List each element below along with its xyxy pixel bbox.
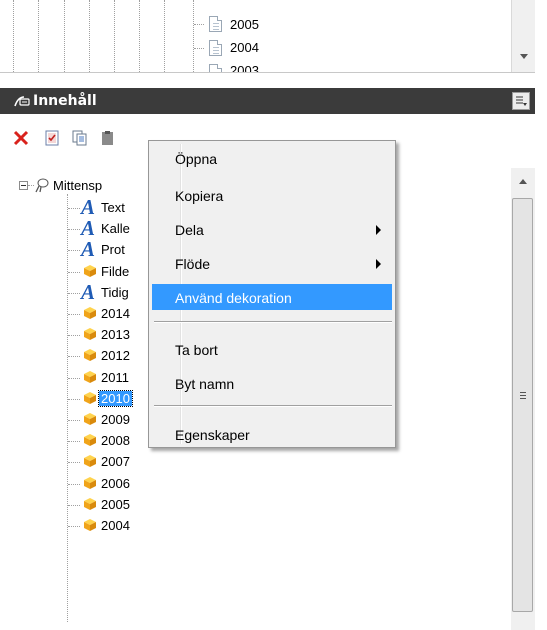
tree-item-label: 2012 (101, 348, 130, 364)
font-icon: A (81, 195, 96, 219)
tree-item-label: 2014 (101, 306, 130, 321)
folder-box-icon (84, 434, 96, 447)
top-tree-item-label: 2005 (230, 17, 259, 32)
tree-item[interactable]: 2011 (0, 368, 160, 388)
document-icon (209, 64, 222, 72)
menu-item-flow[interactable]: Flöde (152, 250, 392, 276)
menu-separator (154, 405, 392, 407)
scroll-down-arrow-icon[interactable] (519, 52, 529, 60)
folder-box-icon (84, 497, 96, 510)
tree-item-label: 2006 (101, 475, 130, 491)
top-tree-item-label: 2003 (230, 63, 259, 73)
tree-item-label: 2011 (101, 369, 129, 385)
content-panel-icon (14, 96, 30, 107)
menu-item-delete[interactable]: Ta bort (152, 336, 392, 362)
tree-item-label: 2005 (101, 496, 130, 512)
tree-item[interactable]: A Prot (0, 237, 160, 262)
font-icon: A (81, 279, 96, 304)
submenu-arrow-icon (376, 259, 381, 269)
menu-separator (154, 321, 392, 323)
menu-item-copy[interactable]: Kopiera (152, 182, 392, 208)
tree-item-label: 2013 (101, 327, 130, 343)
tree-guide-line (114, 0, 115, 72)
tree-guide-line (164, 0, 165, 72)
tree-item[interactable]: A Text (0, 195, 160, 219)
font-icon: A (81, 216, 96, 241)
tree-item[interactable]: 2004 (0, 516, 160, 536)
tree-item-label: 2007 (101, 454, 130, 470)
folder-box-icon (84, 519, 96, 531)
tree-item[interactable]: 2006 (0, 474, 160, 494)
tree-item-label: Filde (101, 263, 130, 279)
tree-item-label: 2004 (101, 518, 130, 533)
menu-item-apply-decoration[interactable]: Använd dekoration (152, 284, 392, 310)
tree-item-label-selected: 2010 (98, 389, 133, 407)
panel-header: Innehåll (0, 88, 535, 114)
tree-item[interactable]: 2008 (0, 431, 160, 451)
folder-box-icon (84, 264, 96, 277)
tree-guide-line (139, 0, 140, 72)
tree-item[interactable]: 2007 (0, 452, 160, 472)
content-tree-scrollbar[interactable] (511, 168, 535, 630)
tree-item-label: Kalle (101, 221, 130, 237)
copy-icon[interactable] (72, 130, 88, 146)
tree-item[interactable]: 2009 (0, 410, 160, 430)
folder-box-icon (84, 413, 96, 425)
tree-item[interactable]: 2005 (0, 495, 160, 515)
scroll-up-arrow-icon[interactable] (518, 178, 528, 186)
folder-box-icon (84, 307, 96, 319)
folder-box-icon (84, 349, 96, 362)
collapse-toggle-icon[interactable] (19, 181, 28, 190)
top-tree-pane: 2005 2004 2003 (0, 0, 535, 73)
tree-root-label: Mittensp (53, 178, 103, 193)
tree-item[interactable]: 2014 (0, 304, 160, 324)
right-gutter (535, 0, 547, 630)
tree-item-label: 2008 (101, 433, 130, 449)
tree-item[interactable]: 2012 (0, 346, 160, 366)
folder-box-icon (84, 328, 96, 341)
document-icon (209, 40, 222, 56)
paste-icon[interactable] (100, 130, 116, 146)
tree-guide-line (64, 0, 65, 72)
tree-item-label: Tidig (101, 284, 129, 300)
tree-item[interactable]: A Tidig (0, 279, 160, 304)
tree-guide-line (89, 0, 90, 72)
tree-item[interactable]: Filde (0, 262, 160, 282)
tree-item[interactable]: 2013 (0, 325, 160, 345)
tree-item-label: Prot (101, 242, 125, 258)
tree-item-label: 2009 (101, 412, 130, 427)
font-icon: A (81, 237, 96, 262)
panel-options-button[interactable] (512, 92, 530, 110)
folder-box-icon (84, 455, 96, 468)
list-options-icon (516, 96, 527, 106)
checklist-icon[interactable] (44, 130, 60, 146)
top-tree-scrollbar[interactable] (511, 0, 535, 72)
tree-guide-line (13, 0, 14, 72)
menu-item-share[interactable]: Dela (152, 216, 392, 242)
menu-item-properties[interactable]: Egenskaper (152, 421, 392, 447)
folder-box-icon (84, 391, 96, 404)
tree-guide-line (193, 0, 194, 72)
delete-icon[interactable] (13, 130, 29, 146)
tree-guide-line (38, 0, 39, 72)
tree-root[interactable]: Mittensp (0, 176, 150, 196)
site-icon (35, 178, 49, 193)
tree-item[interactable]: 2010 (0, 389, 160, 409)
folder-box-icon (84, 476, 96, 489)
menu-item-open[interactable]: Öppna (152, 145, 392, 171)
panel-title: Innehåll (33, 93, 97, 109)
tree-item[interactable]: A Kalle (0, 216, 160, 241)
menu-item-rename[interactable]: Byt namn (152, 370, 392, 396)
top-tree-item-label: 2004 (230, 40, 259, 55)
tree-item-label: Text (101, 200, 125, 215)
folder-box-icon (84, 370, 96, 383)
submenu-arrow-icon (376, 225, 381, 235)
context-menu: Öppna Kopiera Dela Flöde Använd dekorati… (148, 140, 396, 448)
document-icon (209, 16, 222, 32)
scroll-thumb[interactable] (512, 198, 533, 612)
